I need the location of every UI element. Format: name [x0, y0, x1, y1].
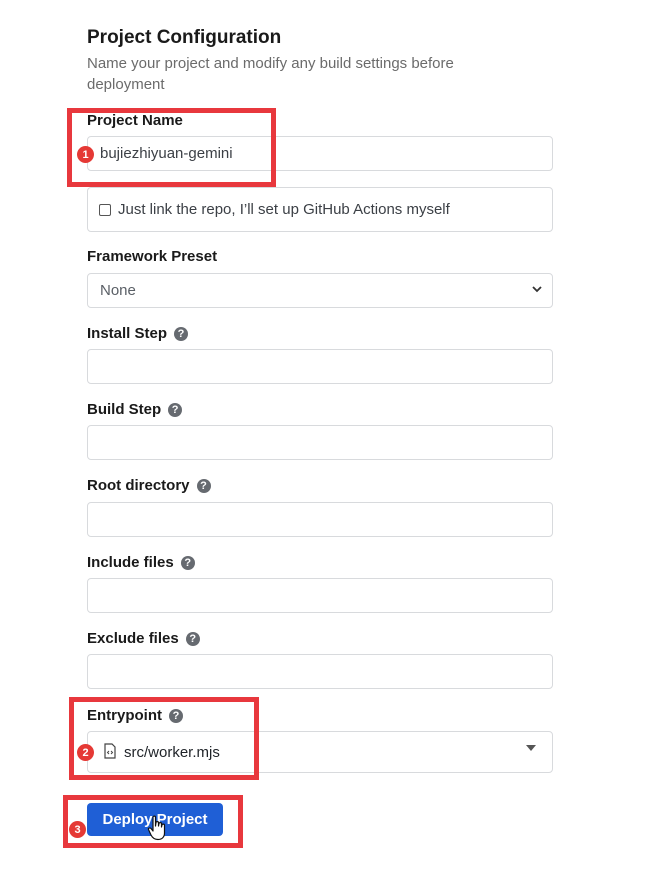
framework-preset-label-text: Framework Preset: [87, 248, 218, 265]
help-icon[interactable]: ?: [185, 631, 200, 646]
install-step-input[interactable]: [87, 349, 553, 384]
framework-preset-select[interactable]: None: [87, 273, 553, 308]
page-title: Project Configuration: [87, 27, 282, 48]
annotation-badge-1: 1: [77, 146, 94, 163]
github-actions-option[interactable]: Just link the repo, I’ll set up GitHub A…: [87, 187, 553, 232]
include-files-label-text: Include files: [87, 554, 174, 571]
root-directory-input[interactable]: [87, 502, 553, 537]
include-files-input[interactable]: [87, 578, 553, 613]
build-step-label: Build Step ?: [87, 401, 183, 418]
install-step-label-text: Install Step: [87, 325, 168, 342]
help-icon[interactable]: ?: [168, 402, 183, 417]
help-icon[interactable]: ?: [174, 326, 189, 341]
framework-preset-value: None: [100, 282, 136, 299]
include-files-label: Include files ?: [87, 554, 195, 571]
page-subtitle: Name your project and modify any build s…: [87, 55, 454, 93]
root-directory-label-text: Root directory: [87, 477, 190, 494]
exclude-files-label: Exclude files ?: [87, 630, 200, 647]
install-step-label: Install Step ?: [87, 325, 189, 342]
framework-preset-label: Framework Preset: [87, 248, 217, 265]
annotation-box-3: [63, 795, 243, 848]
exclude-files-label-text: Exclude files: [87, 630, 179, 647]
help-icon[interactable]: ?: [180, 555, 195, 570]
build-step-input[interactable]: [87, 425, 553, 460]
github-actions-label: Just link the repo, I’ll set up GitHub A…: [118, 201, 450, 218]
help-icon[interactable]: ?: [196, 478, 211, 493]
annotation-box-1: [67, 108, 276, 187]
github-actions-checkbox[interactable]: [99, 204, 111, 216]
build-step-label-text: Build Step: [87, 401, 162, 418]
annotation-badge-2: 2: [77, 744, 94, 761]
root-directory-label: Root directory ?: [87, 477, 211, 494]
exclude-files-input[interactable]: [87, 654, 553, 689]
caret-down-icon: [526, 745, 536, 751]
chevron-down-icon: [532, 286, 542, 293]
annotation-box-2: [69, 697, 259, 780]
annotation-badge-3: 3: [69, 821, 86, 838]
